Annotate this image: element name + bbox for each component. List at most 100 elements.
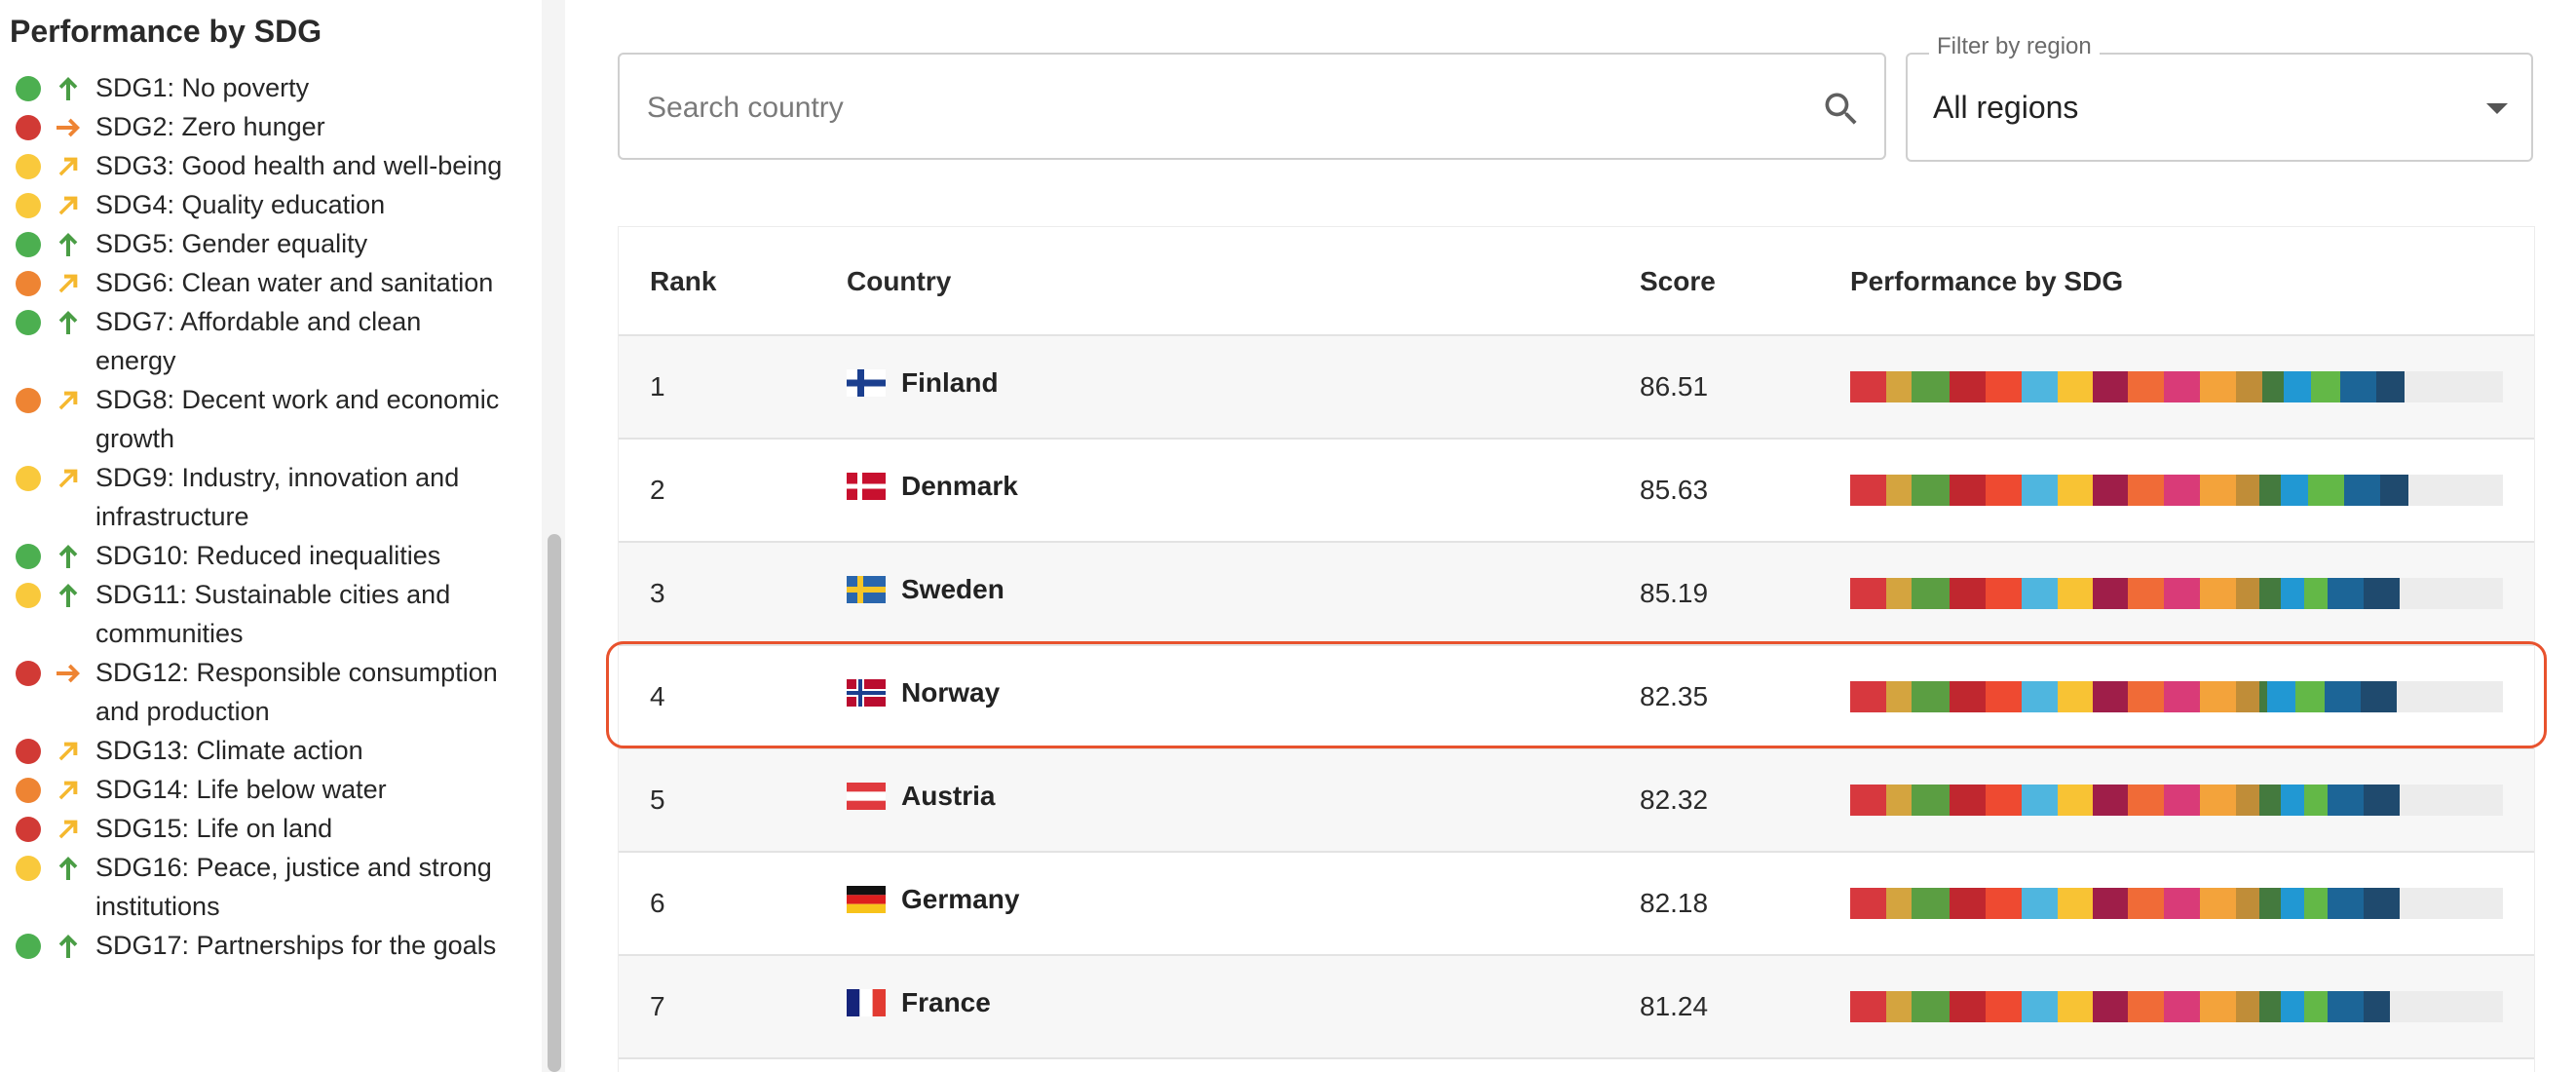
sdg-segment: [2058, 578, 2093, 609]
header-country[interactable]: Country: [847, 266, 951, 297]
score-cell: 82.35: [1640, 681, 1709, 711]
sdg-legend-item: SDG6: Clean water and sanitation: [0, 263, 526, 302]
sdg-segment: [1986, 475, 2022, 506]
trend-arrow-icon: [57, 664, 80, 683]
sdg-segment: [2328, 785, 2364, 816]
sdg-segment: [1886, 785, 1912, 816]
header-rank[interactable]: Rank: [650, 266, 716, 297]
sdg-label: SDG11: Sustainable cities and communitie…: [95, 580, 451, 648]
table-row[interactable]: 1 Finland 86.51: [619, 336, 2534, 440]
country-cell[interactable]: Sweden: [847, 574, 1004, 605]
trend-arrow-icon: [57, 118, 80, 137]
rank-cell: 6: [650, 888, 665, 918]
sdg-segment: [2128, 888, 2164, 919]
sdg-segment: [1912, 681, 1950, 712]
sdg-segment: [1850, 371, 1886, 402]
table-row[interactable]: 6 Germany 82.18: [619, 853, 2534, 956]
country-name[interactable]: Austria: [901, 781, 995, 812]
sidebar-scrollbar-thumb[interactable]: [548, 534, 561, 1072]
sdg-segment: [1850, 681, 1886, 712]
country-name[interactable]: Germany: [901, 884, 1019, 915]
country-cell[interactable]: Germany: [847, 884, 1019, 915]
sdg-segment: [2236, 681, 2259, 712]
region-filter-select[interactable]: Filter by region All regions: [1906, 33, 2533, 162]
sdg-segment: [1850, 578, 1886, 609]
sdg-segment: [2259, 578, 2281, 609]
sdg-segment: [2304, 991, 2328, 1022]
sdg-label: SDG14: Life below water: [95, 775, 387, 804]
sdg-segment: [2281, 475, 2308, 506]
search-icon[interactable]: [1820, 88, 1863, 131]
sdg-segment: [2128, 371, 2164, 402]
sdg-legend-item: SDG14: Life below water: [0, 770, 526, 809]
country-cell[interactable]: Norway: [847, 677, 1000, 708]
sdg-segment: [2093, 991, 2128, 1022]
sdg-label: SDG2: Zero hunger: [95, 112, 325, 141]
search-field[interactable]: [618, 53, 1886, 160]
rank-cell: 4: [650, 681, 665, 711]
rank-cell: 1: [650, 371, 665, 402]
country-cell[interactable]: France: [847, 987, 991, 1018]
status-dot-icon: [16, 544, 41, 569]
score-cell: 81.24: [1640, 991, 1709, 1021]
country-name[interactable]: Norway: [901, 677, 1000, 708]
sdg-legend-item: SDG3: Good health and well-being: [0, 146, 526, 185]
flag-icon: [847, 989, 886, 1016]
table-row[interactable]: 4 Norway 82.35: [619, 646, 2534, 749]
status-dot-icon: [16, 778, 41, 803]
country-name[interactable]: Finland: [901, 367, 999, 399]
trend-arrow-icon: [58, 233, 78, 256]
sdg-segment: [2328, 888, 2364, 919]
trend-arrow-icon: [58, 77, 78, 100]
sdg-segment: [1950, 888, 1986, 919]
sdg-segment: [1986, 578, 2022, 609]
table-row[interactable]: 2 Denmark 85.63: [619, 440, 2534, 543]
trend-arrow-icon: [58, 469, 78, 488]
sdg-segment: [2236, 475, 2259, 506]
sdg-segment: [1912, 888, 1950, 919]
sdg-segment: [2200, 681, 2236, 712]
sdg-legend-item: SDG11: Sustainable cities and communitie…: [0, 575, 526, 653]
sdg-segment: [2164, 475, 2200, 506]
sdg-performance-bar: [1850, 681, 2503, 712]
sdg-segment: [1950, 681, 1986, 712]
sdg-label: SDG17: Partnerships for the goals: [95, 931, 497, 960]
table-row[interactable]: 5 Austria 82.32: [619, 749, 2534, 853]
sdg-legend-item: SDG16: Peace, justice and strong institu…: [0, 848, 526, 926]
sdg-segment: [2093, 681, 2128, 712]
country-name[interactable]: Sweden: [901, 574, 1004, 605]
search-input[interactable]: [645, 82, 1769, 134]
sdg-segment: [1950, 475, 1986, 506]
trend-arrow-icon: [58, 584, 78, 607]
sdg-legend-item: SDG10: Reduced inequalities: [0, 536, 526, 575]
dropdown-caret-icon[interactable]: [2486, 103, 2508, 114]
sdg-segment: [2328, 991, 2364, 1022]
sdg-label: SDG9: Industry, innovation and infrastru…: [95, 463, 460, 531]
flag-icon: [847, 473, 886, 500]
table-row[interactable]: 3 Sweden 85.19: [619, 543, 2534, 646]
sidebar-title: Performance by SDG: [10, 14, 322, 49]
sdg-performance-bar: [1850, 888, 2503, 919]
sdg-segment: [1912, 991, 1950, 1022]
country-name[interactable]: France: [901, 987, 991, 1018]
ranking-table: Rank Country Score Performance by SDG 1 F…: [618, 226, 2535, 1072]
sdg-label: SDG5: Gender equality: [95, 229, 368, 258]
sdg-segment: [2236, 785, 2259, 816]
header-score[interactable]: Score: [1640, 266, 1716, 297]
sdg-segment: [1886, 371, 1912, 402]
country-cell[interactable]: Denmark: [847, 471, 1018, 502]
country-name[interactable]: Denmark: [901, 471, 1018, 502]
table-row[interactable]: 7 France 81.24: [619, 956, 2534, 1059]
sdg-segment: [2164, 371, 2200, 402]
sdg-list: SDG1: No poverty SDG2: Zero hunger SDG3: G…: [0, 68, 526, 965]
flag-icon: [847, 886, 886, 913]
sdg-segment: [2364, 991, 2390, 1022]
region-filter-value[interactable]: All regions: [1933, 90, 2078, 126]
sdg-segment: [1950, 371, 1986, 402]
country-cell[interactable]: Finland: [847, 367, 999, 399]
status-dot-icon: [16, 466, 41, 491]
sdg-segment: [2364, 785, 2400, 816]
sdg-performance-bar: [1850, 578, 2503, 609]
score-cell: 85.63: [1640, 475, 1709, 505]
country-cell[interactable]: Austria: [847, 781, 995, 812]
